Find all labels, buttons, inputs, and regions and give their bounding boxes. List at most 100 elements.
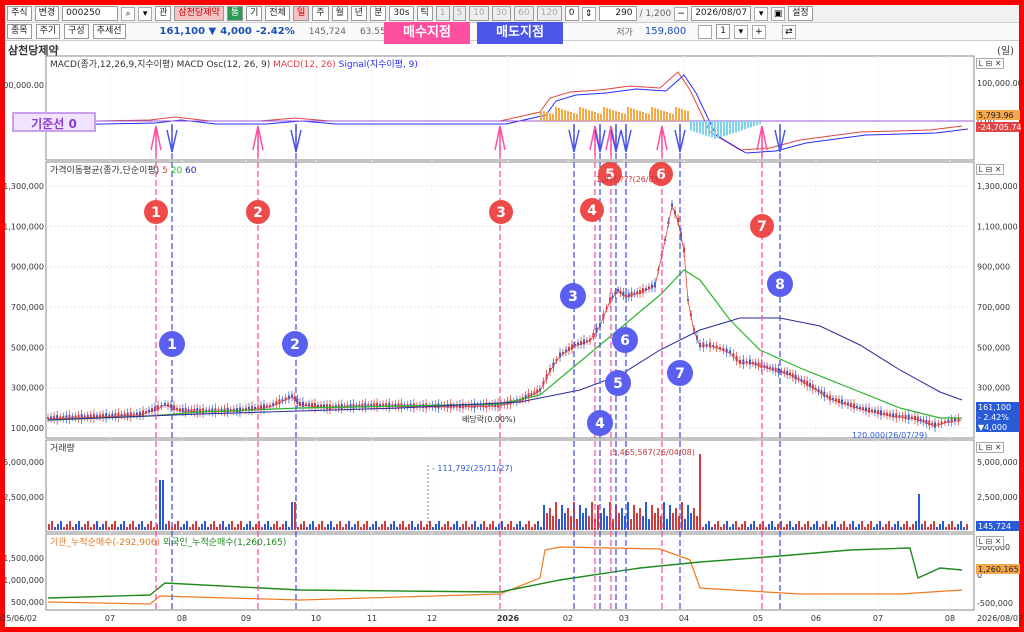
volume-bar bbox=[138, 524, 140, 530]
volume-bar bbox=[885, 524, 887, 530]
volume-bar bbox=[903, 524, 905, 530]
volume-bar bbox=[924, 521, 926, 530]
macd-osc-bar bbox=[705, 121, 707, 136]
macd-osc-bar bbox=[549, 113, 551, 121]
sell-point-number: 7 bbox=[675, 366, 685, 382]
flow-title: 기관_누적순매수(-292,906) 외국인_누적순매수(1,260,165) bbox=[50, 538, 287, 548]
macd-osc-bar bbox=[603, 107, 605, 121]
dividend-annotation: 배당락(0.00%) bbox=[462, 414, 516, 424]
macd-osc-bar bbox=[663, 111, 665, 121]
volume-bar bbox=[453, 524, 455, 530]
volume-bar bbox=[399, 524, 401, 530]
volume-bar bbox=[516, 524, 518, 530]
volume-bar bbox=[477, 527, 479, 530]
macd-osc-bar bbox=[654, 108, 656, 121]
volume-bar bbox=[495, 527, 497, 530]
macd-osc-bar bbox=[675, 107, 677, 121]
volume-bar bbox=[354, 524, 356, 530]
macd-osc-bar bbox=[687, 111, 689, 121]
macd-osc-bar bbox=[543, 111, 545, 121]
x-axis-label: 07 bbox=[873, 614, 883, 623]
volume-bar bbox=[186, 521, 188, 530]
volume-bar bbox=[651, 505, 653, 530]
volume-bar bbox=[711, 527, 713, 530]
volume-bar bbox=[456, 521, 458, 530]
candle-body bbox=[895, 413, 898, 419]
volume-bar bbox=[867, 524, 869, 530]
candle-body bbox=[583, 339, 585, 345]
volume-bar bbox=[309, 524, 311, 530]
macd-panel-controls[interactable]: L ⊟ ✕ bbox=[976, 58, 1004, 69]
candle-body bbox=[829, 395, 831, 401]
volume-bar bbox=[819, 527, 821, 530]
volume-bar bbox=[54, 527, 56, 530]
price-y-label: 300,000 bbox=[11, 384, 44, 393]
price-y-label: 1,100,000 bbox=[3, 222, 44, 231]
volume-panel-controls[interactable]: L ⊟ ✕ bbox=[976, 442, 1004, 453]
volume-bar bbox=[141, 521, 143, 530]
volume-bar bbox=[528, 521, 530, 530]
volume-bar bbox=[435, 524, 437, 530]
macd-osc-bar bbox=[636, 110, 638, 121]
volume-bar bbox=[111, 524, 113, 530]
volume-bar bbox=[117, 527, 119, 530]
volume-bar bbox=[288, 527, 290, 530]
volume-bar bbox=[645, 502, 647, 530]
price-y-label-right: 700,000 bbox=[977, 303, 1010, 312]
candle-body bbox=[742, 359, 745, 365]
candle-body bbox=[142, 410, 144, 416]
volume-bar bbox=[204, 521, 206, 530]
macd-osc-bar bbox=[657, 109, 659, 121]
volume-bar bbox=[723, 524, 725, 530]
volume-bar bbox=[897, 521, 899, 530]
volume-bar bbox=[510, 521, 512, 530]
volume-bar bbox=[378, 527, 380, 530]
macd-osc-bar bbox=[669, 113, 671, 121]
macd-osc-bar bbox=[618, 112, 620, 121]
x-axis-label: 12 bbox=[427, 614, 437, 623]
sell-point-number: 4 bbox=[595, 416, 605, 432]
volume-bar bbox=[492, 521, 494, 530]
macd-osc-bar bbox=[576, 114, 578, 121]
flow-value: 1,260,165 bbox=[978, 565, 1019, 574]
sell-point-number: 5 bbox=[613, 376, 623, 392]
macd-osc-bar bbox=[678, 108, 680, 121]
macd-osc-bar bbox=[570, 112, 572, 121]
macd-osc-bar bbox=[726, 121, 728, 136]
volume-bar bbox=[825, 521, 827, 530]
volume-bar bbox=[387, 527, 389, 530]
macd-osc-bar bbox=[567, 111, 569, 121]
volume-bar bbox=[84, 524, 86, 530]
flow-panel-controls[interactable]: L ⊟ ✕ bbox=[976, 536, 1004, 547]
macd-osc-bar bbox=[729, 121, 731, 135]
macd-osc-bar bbox=[633, 109, 635, 121]
candle-body bbox=[702, 342, 705, 348]
volume-bar bbox=[222, 521, 224, 530]
volume-bar bbox=[726, 521, 728, 530]
volume-bar bbox=[585, 508, 587, 530]
volume-bar bbox=[870, 521, 872, 530]
macd-osc-bar bbox=[642, 112, 644, 121]
volume-bar bbox=[564, 513, 566, 530]
volume-bar bbox=[384, 521, 386, 530]
volume-bar bbox=[846, 527, 848, 530]
volume-bar bbox=[954, 527, 956, 530]
volume-bar bbox=[447, 521, 449, 530]
price-y-label-right: 500,000 bbox=[977, 343, 1010, 352]
volume-bar bbox=[618, 513, 620, 530]
volume-bar bbox=[471, 524, 473, 530]
candle-body bbox=[173, 405, 175, 411]
volume-bar bbox=[771, 521, 773, 530]
price-y-label-right: 300,000 bbox=[977, 384, 1010, 393]
price-panel-controls[interactable]: L ⊟ ✕ bbox=[976, 164, 1004, 175]
volume-bar bbox=[120, 524, 122, 530]
x-axis-label: 02 bbox=[563, 614, 573, 623]
volume-bar bbox=[480, 524, 482, 530]
volume-bar bbox=[789, 521, 791, 530]
volume-bar bbox=[816, 521, 818, 530]
volume-y-label: 5,000,000 bbox=[3, 458, 44, 467]
volume-bar bbox=[690, 513, 692, 530]
volume-bar bbox=[342, 527, 344, 530]
volume-bar bbox=[606, 516, 608, 530]
volume-bar bbox=[90, 527, 92, 530]
